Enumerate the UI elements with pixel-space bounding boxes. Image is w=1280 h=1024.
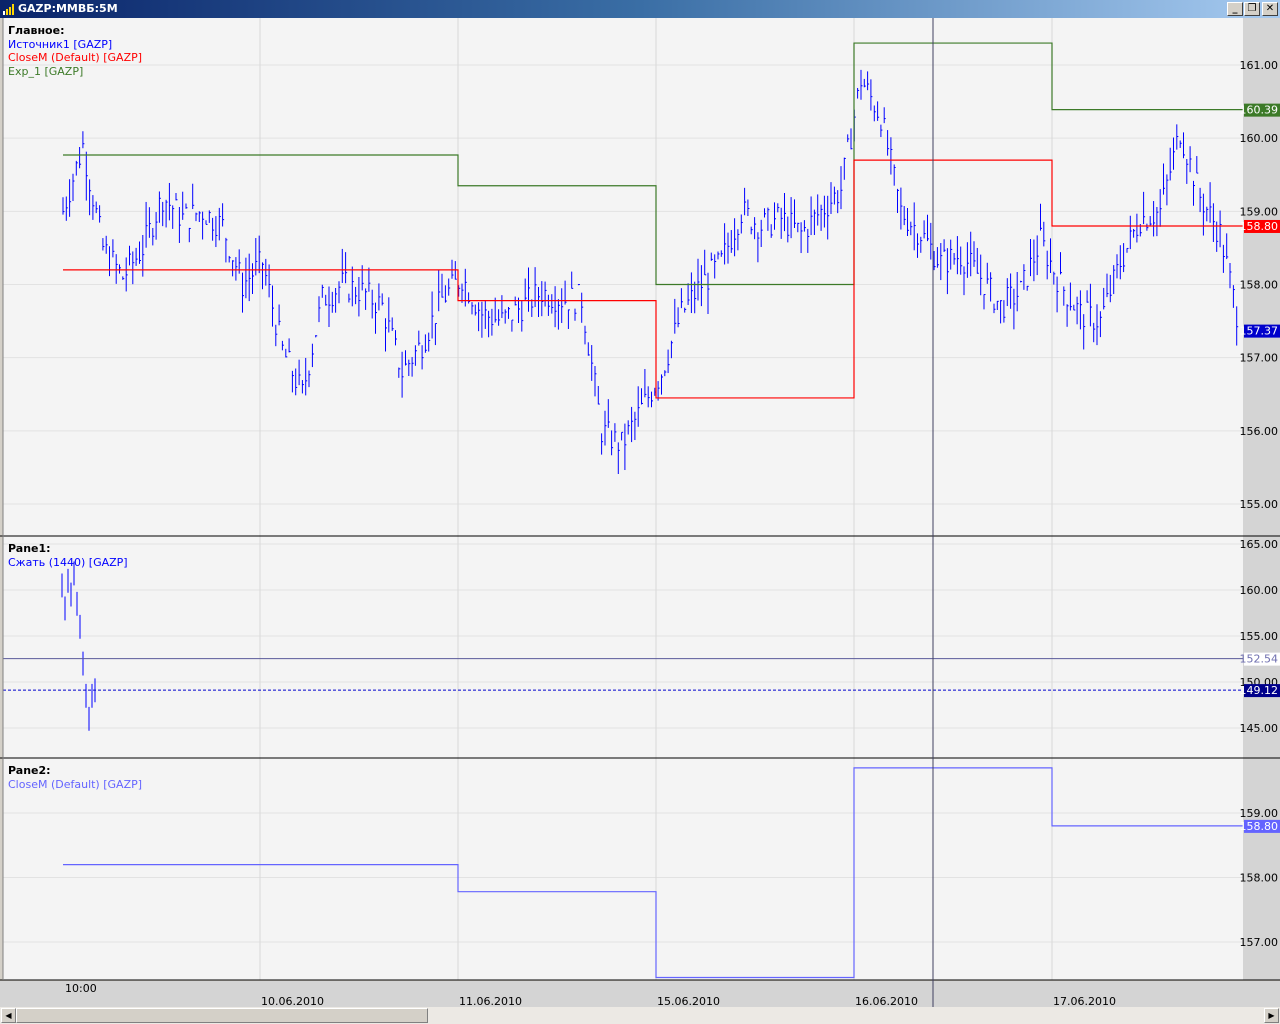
main-pane-title: Главное: <box>8 24 65 37</box>
pane2-title: Pane2: <box>8 764 51 777</box>
chart-area[interactable]: 161.00 160.00 159.00 158.00 157.00 156.00 155.… <box>0 18 1280 1007</box>
pane1-tick-label: 145.00 <box>1240 722 1279 735</box>
scrollbar-thumb[interactable] <box>16 1008 428 1023</box>
main-tick-label: 158.00 <box>1240 279 1279 292</box>
main-tick-label: 160.00 <box>1240 132 1279 145</box>
horizontal-scrollbar[interactable]: ◀ ▶ <box>0 1007 1280 1024</box>
legend-source[interactable]: Источник1 [GAZP] <box>8 38 142 52</box>
main-tick-label: 161.00 <box>1240 59 1279 72</box>
date-label: 15.06.2010 <box>657 995 720 1007</box>
restore-button[interactable]: ❐ <box>1244 2 1260 16</box>
pane2-legend: Pane2: CloseM (Default) [GAZP] <box>8 764 142 791</box>
pane1-tick-label: 160.00 <box>1240 584 1279 597</box>
legend-pane2-closem[interactable]: CloseM (Default) [GAZP] <box>8 778 142 792</box>
pane1-last-badge: 149.12 <box>1240 684 1279 697</box>
pane-1-background <box>3 536 1243 758</box>
pane1-level-badge: 152.54 <box>1240 653 1279 666</box>
close-button[interactable]: ✕ <box>1262 2 1278 16</box>
pane1-tick-label: 165.00 <box>1240 538 1279 551</box>
closem-value-badge: 158.80 <box>1240 220 1279 233</box>
price-axis-0[interactable] <box>1243 18 1280 536</box>
exp-value-badge: 160.39 <box>1240 104 1279 117</box>
window-title-bar: GAZP:MMBБ:5M _ ❐ ✕ <box>0 0 1280 18</box>
scroll-left-button[interactable]: ◀ <box>1 1008 16 1023</box>
main-tick-label: 155.00 <box>1240 498 1279 511</box>
legend-exp[interactable]: Exp_1 [GAZP] <box>8 65 142 79</box>
date-label: 16.06.2010 <box>855 995 918 1007</box>
legend-closem[interactable]: CloseM (Default) [GAZP] <box>8 51 142 65</box>
window-title: GAZP:MMBБ:5M <box>18 2 118 15</box>
pane2-tick-label: 157.00 <box>1240 936 1279 949</box>
minimize-button[interactable]: _ <box>1227 2 1243 16</box>
scroll-right-button[interactable]: ▶ <box>1264 1008 1279 1023</box>
price-value-badge: 157.37 <box>1240 325 1279 338</box>
main-tick-label: 159.00 <box>1240 205 1279 218</box>
date-label: 10.06.2010 <box>261 995 324 1007</box>
main-legend: Главное: Источник1 [GAZP] CloseM (Defaul… <box>8 24 142 78</box>
chart-app-icon <box>3 4 14 15</box>
pane1-tick-label: 155.00 <box>1240 630 1279 643</box>
pane-2-background <box>3 758 1243 980</box>
time-label: 10:00 <box>65 982 97 995</box>
main-tick-label: 157.00 <box>1240 352 1279 365</box>
pane1-title: Pane1: <box>8 542 51 555</box>
date-label: 17.06.2010 <box>1053 995 1116 1007</box>
main-tick-label: 156.00 <box>1240 425 1279 438</box>
pane2-tick-label: 159.00 <box>1240 807 1279 820</box>
date-label: 11.06.2010 <box>459 995 522 1007</box>
legend-compress[interactable]: Сжать (1440) [GAZP] <box>8 556 128 570</box>
pane2-value-badge: 158.80 <box>1240 820 1279 833</box>
pane2-tick-label: 158.00 <box>1240 872 1279 885</box>
pane1-legend: Pane1: Сжать (1440) [GAZP] <box>8 542 128 569</box>
